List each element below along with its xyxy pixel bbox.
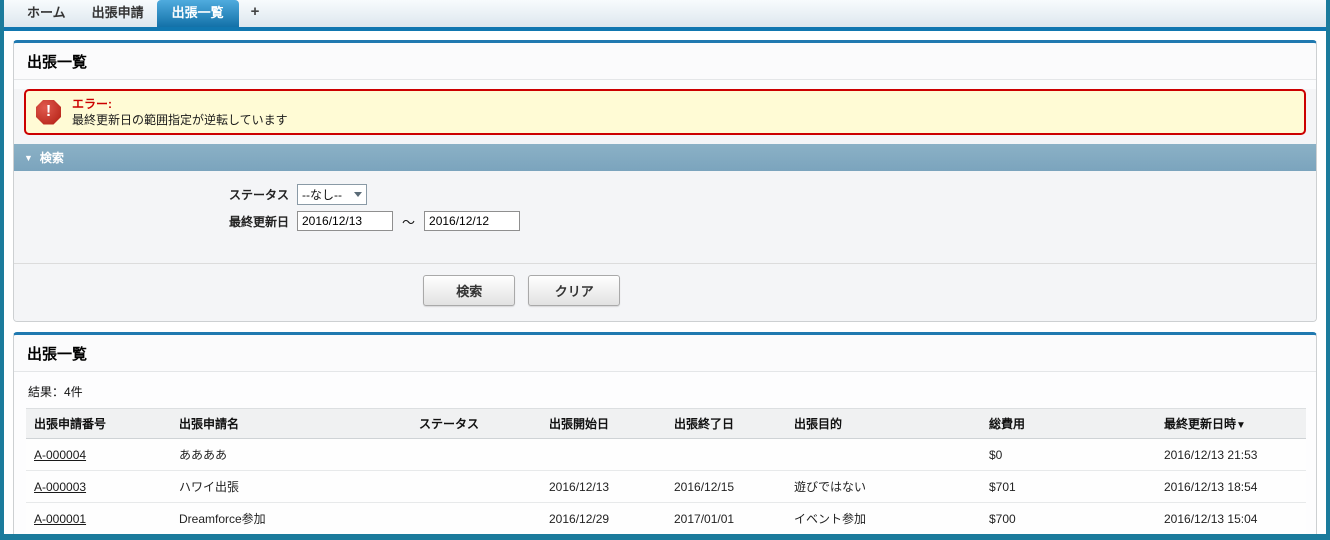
- status-select-value: --なし--: [302, 188, 342, 202]
- cell-start: 2016/12/29: [541, 502, 666, 534]
- tab-trip-list[interactable]: 出張一覧: [156, 0, 239, 27]
- request-number-link[interactable]: A-000003: [34, 480, 86, 494]
- results-table: 出張申請番号 出張申請名 ステータス 出張開始日 出張終了日 出張目的 総費用 …: [26, 408, 1306, 540]
- date-from-input[interactable]: [297, 211, 393, 231]
- cell-cost: $0: [981, 438, 1156, 471]
- error-icon: !: [36, 99, 61, 125]
- col-header-start-date[interactable]: 出張開始日: [541, 408, 666, 439]
- clear-button[interactable]: クリア: [528, 275, 621, 306]
- cell-updated: 2016/12/13 15:04: [1156, 502, 1306, 534]
- cell-purpose: 観光: [786, 535, 981, 540]
- chevron-down-icon: [354, 192, 362, 197]
- search-panel-title: 出張一覧: [14, 43, 1316, 80]
- col-header-total-cost[interactable]: 総費用: [981, 408, 1156, 439]
- cell-status: [411, 470, 541, 503]
- cell-end: [666, 438, 786, 471]
- search-panel-body: ! エラー: 最終更新日の範囲指定が逆転しています ▼ 検索 ステータス --な…: [14, 89, 1316, 321]
- button-row: 検索 クリア: [14, 264, 1030, 321]
- collapse-triangle-icon: ▼: [24, 152, 33, 163]
- cell-purpose: イベント参加: [786, 502, 981, 534]
- request-number-link[interactable]: A-000004: [34, 448, 86, 462]
- col-header-last-updated-label: 最終更新日時: [1164, 417, 1237, 431]
- cell-start: 2016/12/13: [541, 470, 666, 503]
- results-panel-body: 結果：4件 出張申請番号 出張申請名 ステータス 出張開始日 出張終了日 出張目…: [14, 372, 1316, 540]
- page-content: 出張一覧 ! エラー: 最終更新日の範囲指定が逆転しています ▼ 検索 ステータ…: [4, 31, 1326, 540]
- last-updated-row: 最終更新日 ～: [14, 211, 1316, 231]
- search-section-header[interactable]: ▼ 検索: [14, 144, 1316, 171]
- error-title: エラー:: [72, 97, 112, 111]
- col-header-request-number[interactable]: 出張申請番号: [26, 408, 171, 439]
- cell-name: WorldTour: [171, 535, 411, 540]
- search-form: ステータス --なし-- 最終更新日 ～: [14, 171, 1316, 263]
- cell-cost: $701: [981, 535, 1156, 540]
- cell-end: 2017/01/01: [666, 502, 786, 534]
- search-button[interactable]: 検索: [423, 275, 516, 306]
- col-header-status[interactable]: ステータス: [411, 408, 541, 439]
- search-section-label: 検索: [39, 151, 64, 165]
- cell-name: Dreamforce参加: [171, 502, 411, 534]
- status-row: ステータス --なし--: [14, 184, 1316, 205]
- error-message: 最終更新日の範囲指定が逆転しています: [72, 113, 288, 127]
- table-row: A-000002 WorldTour 2016/12/19 2016/12/20…: [26, 535, 1306, 540]
- cell-end: 2016/12/15: [666, 470, 786, 503]
- search-panel: 出張一覧 ! エラー: 最終更新日の範囲指定が逆転しています ▼ 検索 ステータ…: [13, 40, 1317, 322]
- table-header-row: 出張申請番号 出張申請名 ステータス 出張開始日 出張終了日 出張目的 総費用 …: [26, 408, 1306, 439]
- tab-bar: ホーム 出張申請 出張一覧 +: [4, 0, 1326, 31]
- date-range-separator: ～: [402, 214, 416, 230]
- table-row: A-000004 ああああ $0 2016/12/13 21:53: [26, 438, 1306, 471]
- cell-purpose: 遊びではない: [786, 470, 981, 503]
- cell-status: [411, 438, 541, 471]
- cell-end: 2016/12/20: [666, 535, 786, 540]
- cell-updated: 2016/12/13 18:54: [1156, 470, 1306, 503]
- col-header-request-name[interactable]: 出張申請名: [171, 408, 411, 439]
- cell-cost: $700: [981, 502, 1156, 534]
- date-to-input[interactable]: [424, 211, 521, 231]
- col-header-last-updated[interactable]: 最終更新日時▼: [1156, 408, 1306, 439]
- table-row: A-000003 ハワイ出張 2016/12/13 2016/12/15 遊びで…: [26, 470, 1306, 503]
- col-header-purpose[interactable]: 出張目的: [786, 408, 981, 439]
- app-frame: ホーム 出張申請 出張一覧 + 出張一覧 ! エラー: 最終更新日の範囲指定が逆…: [0, 0, 1330, 540]
- col-header-end-date[interactable]: 出張終了日: [666, 408, 786, 439]
- tab-home[interactable]: ホーム: [14, 0, 79, 27]
- tab-trip-request[interactable]: 出張申請: [79, 0, 157, 27]
- last-updated-label: 最終更新日: [228, 214, 289, 229]
- cell-updated: 2016/12/13 15:02: [1156, 535, 1306, 540]
- table-row: A-000001 Dreamforce参加 2016/12/29 2017/01…: [26, 502, 1306, 534]
- request-number-link[interactable]: A-000001: [34, 512, 86, 526]
- results-panel-title: 出張一覧: [14, 335, 1316, 372]
- cell-name: ああああ: [171, 438, 411, 471]
- result-count: 結果：4件: [28, 385, 83, 399]
- error-text-block: エラー: 最終更新日の範囲指定が逆転しています: [72, 96, 288, 128]
- results-panel: 出張一覧 結果：4件 出張申請番号 出張申請名 ステータス 出張開始日 出張終了…: [13, 332, 1317, 540]
- status-label: ステータス: [228, 188, 289, 202]
- cell-name: ハワイ出張: [171, 470, 411, 503]
- add-tab-button[interactable]: +: [239, 0, 272, 27]
- cell-status: [411, 502, 541, 534]
- cell-start: [541, 438, 666, 471]
- error-box: ! エラー: 最終更新日の範囲指定が逆転しています: [24, 89, 1306, 135]
- cell-updated: 2016/12/13 21:53: [1156, 438, 1306, 471]
- cell-start: 2016/12/19: [541, 535, 666, 540]
- sort-desc-icon: ▼: [1236, 420, 1246, 431]
- cell-cost: $701: [981, 470, 1156, 503]
- cell-status: [411, 535, 541, 540]
- status-select[interactable]: --なし--: [297, 184, 367, 205]
- cell-purpose: [786, 438, 981, 471]
